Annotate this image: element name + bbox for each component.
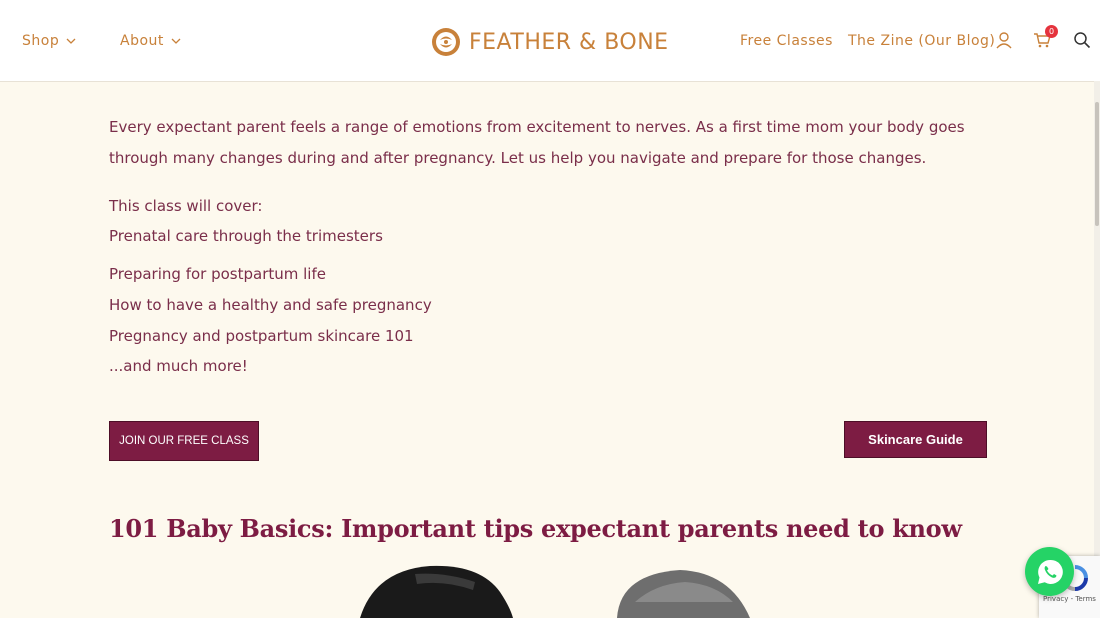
list-item: How to have a healthy and safe pregnancy (109, 296, 432, 314)
nav-shop[interactable]: Shop (22, 33, 77, 49)
nav-shop-label: Shop (22, 33, 60, 49)
search-icon[interactable] (1073, 31, 1091, 49)
class-description: Every expectant parent feels a range of … (109, 112, 989, 173)
user-icon[interactable] (995, 31, 1013, 49)
article-image (360, 565, 750, 618)
recaptcha-links[interactable]: Privacy - Terms (1043, 595, 1096, 603)
site-header: Shop About FEATHER & BONE Free Classes T… (0, 0, 1100, 82)
logo-icon (432, 28, 460, 56)
cover-title: This class will cover: (109, 197, 263, 215)
list-item: ...and much more! (109, 357, 248, 375)
section-heading: 101 Baby Basics: Important tips expectan… (109, 514, 962, 543)
chevron-down-icon (171, 38, 181, 44)
nav-blog[interactable]: The Zine (Our Blog) (848, 33, 995, 49)
nav-about[interactable]: About (120, 33, 182, 49)
join-free-class-button[interactable]: JOIN OUR FREE CLASS (109, 421, 259, 461)
nav-free-classes[interactable]: Free Classes (740, 33, 833, 49)
list-item: Pregnancy and postpartum skincare 101 (109, 327, 414, 345)
nav-free-classes-label: Free Classes (740, 33, 833, 49)
chevron-down-icon (66, 38, 76, 44)
logo-text: FEATHER & BONE (469, 29, 669, 55)
nav-about-label: About (120, 33, 164, 49)
nav-blog-label: The Zine (Our Blog) (848, 33, 996, 49)
skincare-guide-button[interactable]: Skincare Guide (844, 421, 987, 458)
cart-count-badge: 0 (1045, 25, 1058, 38)
site-logo[interactable]: FEATHER & BONE (431, 27, 669, 57)
list-item: Prenatal care through the trimesters (109, 227, 383, 245)
whatsapp-icon (1037, 559, 1063, 584)
whatsapp-chat-button[interactable] (1025, 547, 1074, 596)
list-item: Preparing for postpartum life (109, 265, 326, 283)
intro-paragraph: Every expectant parent feels a range of … (109, 118, 965, 167)
scrollbar-thumb[interactable] (1095, 102, 1099, 226)
